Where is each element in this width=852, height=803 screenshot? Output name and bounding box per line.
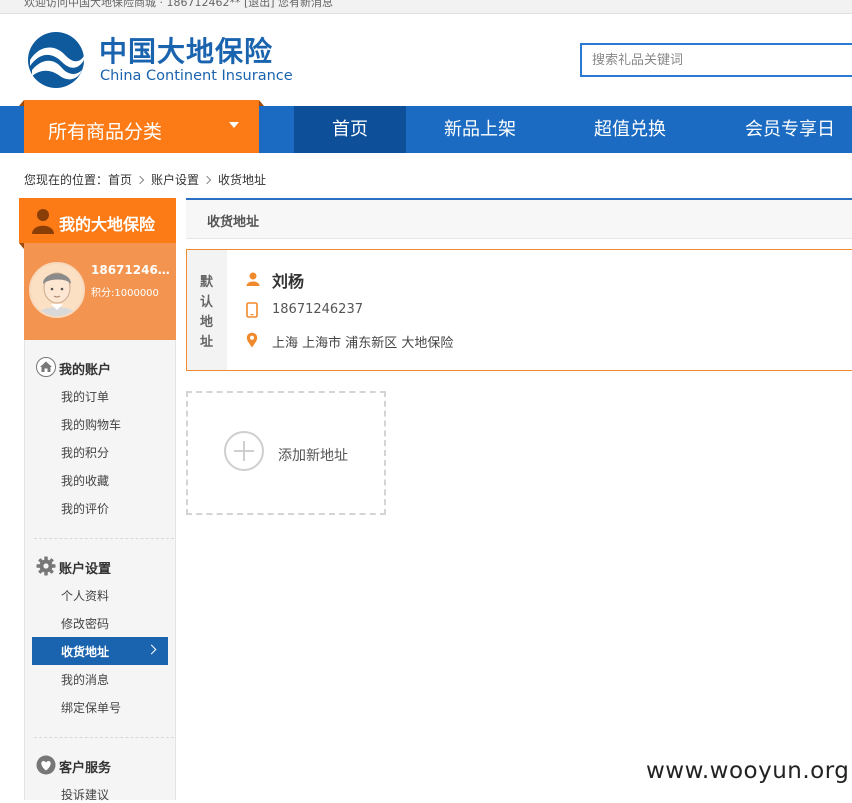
sidebar-item-bind-policy[interactable]: 绑定保单号 <box>61 699 121 716</box>
breadcrumb-home[interactable]: 首页 <box>108 173 132 187</box>
home-icon <box>36 357 56 377</box>
sidebar-item-change-password[interactable]: 修改密码 <box>61 615 109 632</box>
content-title-bar <box>186 198 852 239</box>
sidebar-group-title: 我的账户 <box>59 363 112 378</box>
breadcrumb-account-settings[interactable]: 账户设置 <box>151 173 199 187</box>
avatar[interactable] <box>29 262 85 318</box>
sidebar-item-my-messages[interactable]: 我的消息 <box>61 671 109 688</box>
heart-icon <box>36 755 56 775</box>
sidebar-item-my-cart[interactable]: 我的购物车 <box>61 416 121 433</box>
default-address-tag <box>187 250 227 370</box>
location-pin-icon <box>246 332 258 348</box>
search-input[interactable] <box>580 43 852 77</box>
sidebar-item-my-points[interactable]: 我的积分 <box>61 444 109 461</box>
top-notice-text: 欢迎访问中国大地保险商城 · 186712462** [退出] 您有新消息 <box>24 0 334 9</box>
sidebar-item-my-favorites[interactable]: 我的收藏 <box>61 472 109 489</box>
sidebar-title: 我的大地保险 <box>19 198 176 249</box>
nav-new-arrivals[interactable]: 新品上架 <box>426 106 534 153</box>
plus-icon <box>224 431 264 471</box>
sidebar-divider <box>34 538 174 539</box>
sidebar-divider <box>34 737 174 738</box>
all-categories-label: 所有商品分类 <box>48 121 163 143</box>
add-address-label: 添加新地址 <box>278 448 348 464</box>
caret-down-icon <box>229 122 239 128</box>
brand-name-en: China Continent Insurance <box>100 68 293 84</box>
breadcrumb-current: 收货地址 <box>218 173 267 187</box>
default-tag-char: 地 <box>200 315 214 330</box>
all-categories-button[interactable]: 所有商品分类 <box>19 100 264 153</box>
mobile-phone-icon <box>246 302 258 318</box>
recipient-phone: 18671246237 <box>272 302 363 317</box>
breadcrumb: 您现在的位置：首页 账户设置 收货地址 <box>24 171 266 188</box>
logo-icon[interactable] <box>26 30 86 90</box>
recipient-name: 刘杨 <box>272 272 305 291</box>
profile-points: 积分:1000000 <box>91 288 159 299</box>
default-tag-char: 址 <box>200 335 214 350</box>
chevron-right-icon <box>135 175 145 185</box>
sidebar-item-shipping-address-label: 收货地址 <box>61 645 110 659</box>
default-tag-char: 认 <box>200 295 214 310</box>
sidebar-item-my-reviews[interactable]: 我的评价 <box>61 500 109 517</box>
sidebar-item-my-orders[interactable]: 我的订单 <box>61 388 109 405</box>
avatar-face-icon <box>37 272 77 316</box>
gear-icon <box>36 556 56 576</box>
nav-value-exchange[interactable]: 超值兑换 <box>576 106 684 153</box>
chevron-right-icon <box>202 175 212 185</box>
profile-username: 18671246237 <box>91 263 173 277</box>
user-icon <box>32 209 54 234</box>
brand-name-cn: 中国大地保险 <box>99 35 274 68</box>
nav-home[interactable]: 首页 <box>294 106 406 153</box>
top-notice-bar: 欢迎访问中国大地保险商城 · 186712462** [退出] 您有新消息 <box>0 0 852 14</box>
sidebar-item-complaints[interactable]: 投诉建议 <box>61 786 109 803</box>
watermark: www.wooyun.org <box>646 758 850 784</box>
recipient-address: 上海 上海市 浦东新区 大地保险 <box>272 336 454 351</box>
sidebar-group-title: 账户设置 <box>59 562 112 577</box>
page-title: 收货地址 <box>207 215 260 230</box>
sidebar-title-label: 我的大地保险 <box>59 215 156 234</box>
breadcrumb-prefix: 您现在的位置： <box>24 173 109 187</box>
sidebar-group-title: 客户服务 <box>59 761 112 776</box>
default-tag-char: 默 <box>200 275 214 290</box>
nav-member-day[interactable]: 会员专享日 <box>728 106 852 153</box>
person-icon <box>246 272 260 286</box>
sidebar-item-profile[interactable]: 个人资料 <box>61 587 109 604</box>
